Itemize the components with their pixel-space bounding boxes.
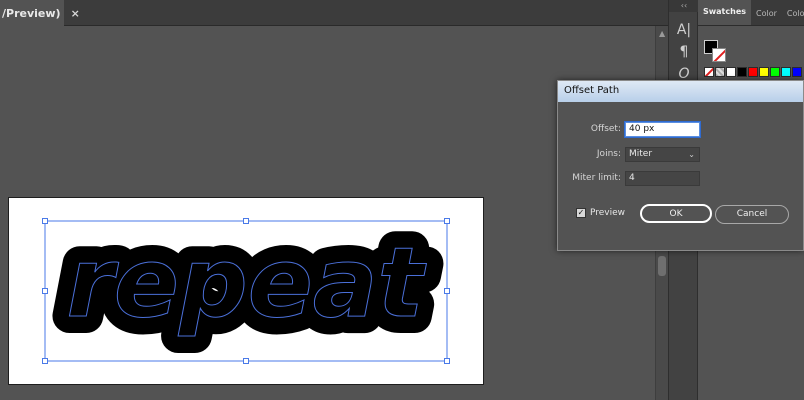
tab-swatches[interactable]: Swatches (698, 0, 751, 25)
cancel-button[interactable]: Cancel (715, 205, 789, 224)
swatch[interactable] (792, 67, 802, 77)
dialog-body: Offset: 40 px Joins: Miter ⌄ Miter limit… (564, 104, 799, 245)
dialog-title: Offset Path (558, 81, 803, 102)
selection-handle[interactable] (444, 288, 450, 294)
preview-checkbox[interactable]: ✓ Preview (576, 208, 625, 218)
swatch[interactable] (726, 67, 736, 77)
selection-handle[interactable] (42, 218, 48, 224)
offset-input[interactable]: 40 px (625, 122, 700, 137)
swatch[interactable] (759, 67, 769, 77)
character-panel-icon[interactable]: A| (676, 22, 692, 38)
document-tab-bar: /Preview) × (0, 0, 668, 26)
joins-value: Miter (629, 149, 653, 159)
swatch-none[interactable] (704, 67, 714, 77)
tab-color-guide[interactable]: Color (782, 9, 804, 25)
joins-label: Joins: (596, 149, 621, 159)
swatch-registration[interactable] (715, 67, 725, 77)
collapse-icon[interactable]: ‹‹ (669, 0, 699, 12)
selection-handle[interactable] (42, 358, 48, 364)
tab-color[interactable]: Color (751, 9, 782, 25)
scroll-up-icon[interactable]: ▲ (659, 29, 665, 38)
preview-label: Preview (590, 208, 626, 218)
swatch[interactable] (748, 67, 758, 77)
illustrator-window: /Preview) × repeat repeat ▲ ‹‹ A| ¶ O Sw… (0, 0, 804, 400)
checkbox-check-icon[interactable]: ✓ (576, 208, 586, 218)
selection-handle[interactable] (444, 218, 450, 224)
offset-path-dialog: Offset Path Offset: 40 px Joins: Miter ⌄… (557, 80, 804, 251)
close-icon[interactable]: × (71, 7, 80, 20)
swatch-row (704, 67, 802, 77)
offset-label: Offset: (590, 124, 621, 134)
selection-handle[interactable] (42, 288, 48, 294)
panel-tab-bar: Swatches Color Color (698, 0, 804, 26)
original-path-outline: repeat (67, 227, 427, 339)
fill-stroke-indicator[interactable] (704, 40, 728, 64)
stroke-swatch[interactable] (712, 48, 726, 62)
ok-button[interactable]: OK (640, 204, 712, 223)
repeat-artwork[interactable]: repeat repeat (9, 198, 485, 386)
paragraph-panel-icon[interactable]: ¶ (676, 44, 692, 60)
swatch[interactable] (737, 67, 747, 77)
swatch[interactable] (781, 67, 791, 77)
miter-limit-input[interactable]: 4 (625, 171, 700, 186)
selection-handle[interactable] (243, 358, 249, 364)
scroll-thumb[interactable] (658, 256, 666, 276)
artboard[interactable]: repeat repeat (8, 197, 484, 385)
miter-limit-label: Miter limit: (572, 173, 621, 183)
selection-handle[interactable] (444, 358, 450, 364)
swatch[interactable] (770, 67, 780, 77)
joins-select[interactable]: Miter ⌄ (625, 147, 700, 162)
document-tab-title: /Preview) (2, 6, 61, 20)
chevron-down-icon: ⌄ (688, 150, 695, 159)
document-tab[interactable]: /Preview) × (0, 0, 80, 26)
selection-handle[interactable] (243, 218, 249, 224)
